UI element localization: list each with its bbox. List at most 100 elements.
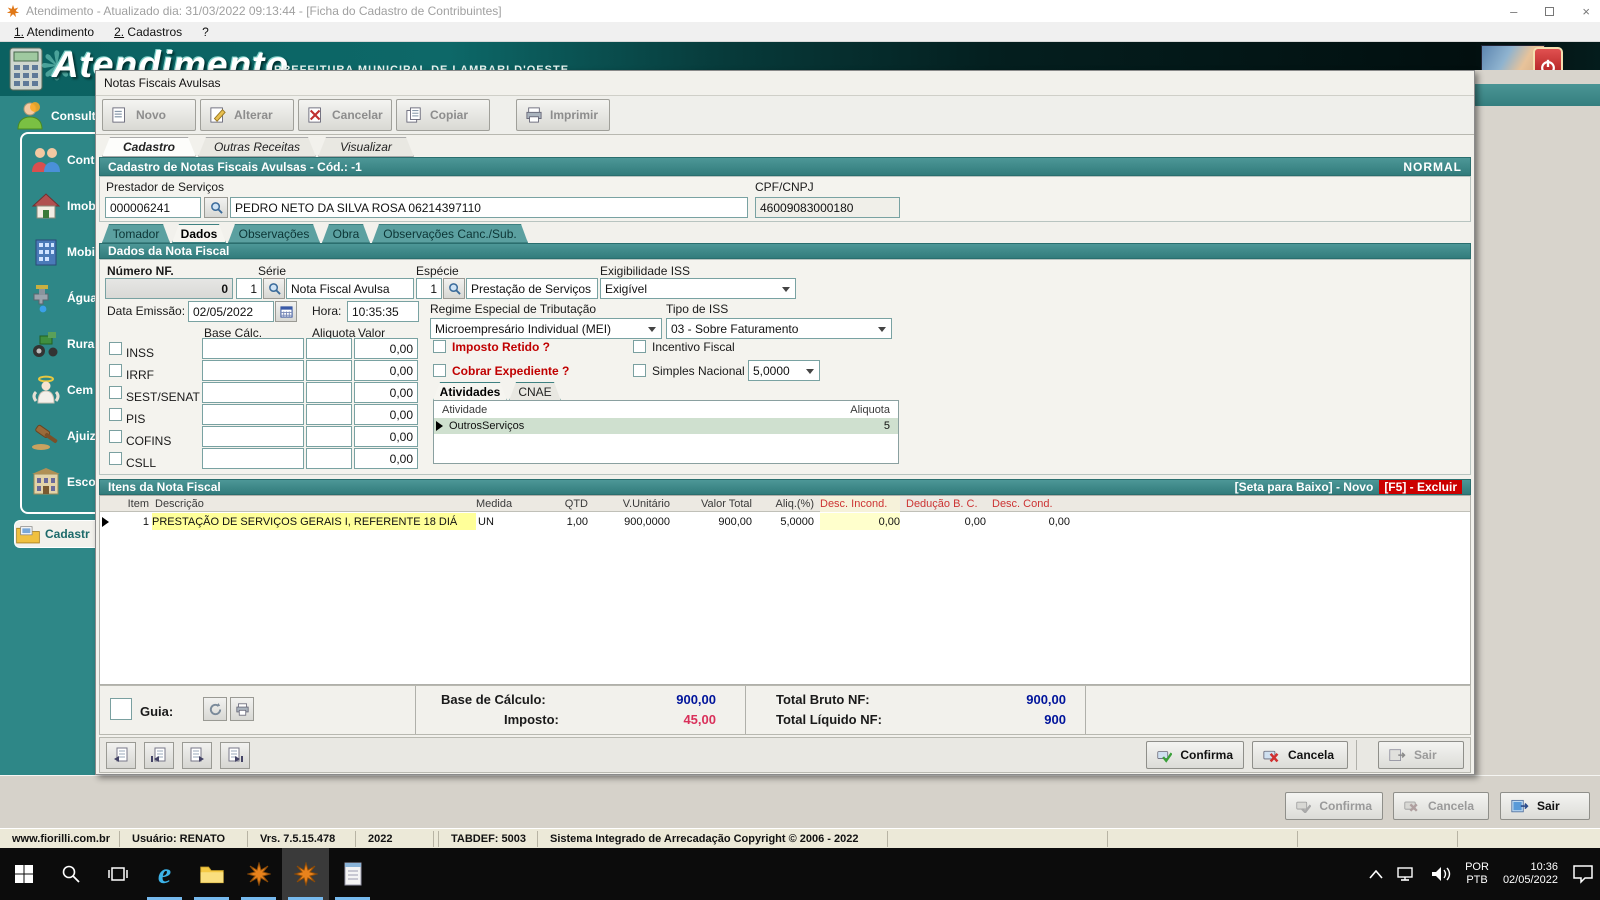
menu-help[interactable]: ? (194, 24, 217, 40)
dialog-sair-button[interactable]: Sair (1378, 741, 1464, 769)
serie-num-input[interactable]: 1 (236, 278, 262, 299)
especie-desc-input[interactable]: Prestação de Serviços (466, 278, 598, 299)
taskbar-search-button[interactable] (47, 848, 94, 900)
dialog-cancela-button[interactable]: Cancela (1252, 741, 1348, 769)
csll-aliq-input[interactable] (306, 448, 352, 469)
guia-checkbox[interactable] (110, 698, 132, 720)
simples-valor-select[interactable]: 5,0000 (748, 360, 820, 381)
csll-base-input[interactable] (202, 448, 304, 469)
pis-aliq-input[interactable] (306, 404, 352, 425)
inss-checkbox[interactable] (109, 342, 122, 355)
cancelar-button[interactable]: Cancelar (298, 99, 392, 131)
imposto-retido-checkbox[interactable] (433, 340, 446, 353)
sidebar-item-imobiliario[interactable]: Imob (30, 190, 96, 222)
exigibilidade-select[interactable]: Exigível (600, 278, 796, 299)
notification-center-icon[interactable] (1572, 864, 1594, 884)
sidebar-item-mobiliario[interactable]: Mobi (30, 236, 95, 268)
cofins-base-input[interactable] (202, 426, 304, 447)
prestador-search-button[interactable] (204, 197, 228, 218)
close-button[interactable]: × (1582, 4, 1590, 19)
outer-sair-button[interactable]: Sair (1500, 792, 1590, 820)
network-icon[interactable] (1397, 866, 1417, 882)
hora-input[interactable]: 10:35:35 (347, 301, 419, 322)
pis-checkbox[interactable] (109, 408, 122, 421)
outer-confirma-button[interactable]: Confirma (1285, 792, 1383, 820)
sest-base-input[interactable] (202, 382, 304, 403)
pis-base-input[interactable] (202, 404, 304, 425)
menu-cadastros[interactable]: 2. Cadastros (106, 24, 190, 40)
tab-dados[interactable]: Dados (172, 224, 226, 243)
data-input[interactable]: 02/05/2022 (188, 301, 274, 322)
taskbar-fiorilli-1[interactable] (235, 848, 282, 900)
tab-tomador[interactable]: Tomador (102, 224, 170, 243)
tab-cnae[interactable]: CNAE (509, 382, 561, 401)
sidebar-item-escola[interactable]: Esco (30, 466, 96, 498)
csll-checkbox[interactable] (109, 452, 122, 465)
prestador-code-input[interactable]: 000006241 (105, 197, 201, 218)
task-view-button[interactable] (94, 848, 141, 900)
speaker-icon[interactable] (1431, 866, 1451, 882)
prestador-name-input[interactable]: PEDRO NETO DA SILVA ROSA 06214397110 (230, 197, 748, 218)
cofins-aliq-input[interactable] (306, 426, 352, 447)
especie-search-button[interactable] (443, 278, 465, 299)
nav-prev-button[interactable] (144, 742, 174, 769)
cpf-input[interactable]: 46009083000180 (755, 197, 900, 218)
minimize-button[interactable]: – (1510, 4, 1517, 19)
inss-base-input[interactable] (202, 338, 304, 359)
tab-atividades[interactable]: Atividades (433, 382, 507, 401)
nav-first-button[interactable] (106, 742, 136, 769)
tipo-iss-select[interactable]: 03 - Sobre Faturamento (666, 318, 892, 339)
sidebar-item-consulta[interactable]: Consulta (14, 100, 102, 132)
item-row[interactable]: 1 PRESTAÇÃO DE SERVIÇOS GERAIS I, REFERE… (100, 513, 1470, 530)
tab-obra[interactable]: Obra (322, 224, 370, 243)
sest-valor-input[interactable]: 0,00 (354, 382, 418, 403)
taskbar-fiorilli-2-active[interactable] (282, 848, 329, 900)
nav-next-button[interactable] (182, 742, 212, 769)
numero-input[interactable]: 0 (105, 278, 233, 299)
tab-cadastro[interactable]: Cadastro (102, 137, 196, 157)
alterar-button[interactable]: Alterar (200, 99, 294, 131)
pis-valor-input[interactable]: 0,00 (354, 404, 418, 425)
sidebar-item-ajuizamento[interactable]: Ajuiz (30, 420, 96, 452)
maximize-button[interactable] (1545, 7, 1554, 16)
guia-view-button[interactable] (203, 697, 227, 721)
incentivo-checkbox[interactable] (633, 340, 646, 353)
taskbar-notepad[interactable] (329, 848, 376, 900)
nav-last-button[interactable] (220, 742, 250, 769)
taskbar-ie[interactable]: e (141, 848, 188, 900)
serie-desc-input[interactable]: Nota Fiscal Avulsa (286, 278, 414, 299)
inss-aliq-input[interactable] (306, 338, 352, 359)
csll-valor-input[interactable]: 0,00 (354, 448, 418, 469)
guia-print-button[interactable] (230, 697, 254, 721)
sidebar-item-cadastros[interactable]: Cadastr (14, 520, 95, 548)
cofins-checkbox[interactable] (109, 430, 122, 443)
language-indicator[interactable]: POR PTB (1465, 861, 1489, 887)
taskbar-file-explorer[interactable] (188, 848, 235, 900)
copiar-button[interactable]: Copiar (396, 99, 490, 131)
clock[interactable]: 10:36 02/05/2022 (1503, 861, 1558, 887)
irrf-aliq-input[interactable] (306, 360, 352, 381)
irrf-valor-input[interactable]: 0,00 (354, 360, 418, 381)
menu-atendimento[interactable]: 1. Atendimento (6, 24, 102, 40)
start-button[interactable] (0, 848, 47, 900)
outer-cancela-button[interactable]: Cancela (1393, 792, 1489, 820)
sidebar-item-rural[interactable]: Rura (30, 328, 94, 360)
cofins-valor-input[interactable]: 0,00 (354, 426, 418, 447)
sidebar-item-agua[interactable]: Água (30, 282, 97, 314)
cobrar-expediente-checkbox[interactable] (433, 364, 446, 377)
tab-visualizar[interactable]: Visualizar (318, 137, 414, 157)
tab-observacoes[interactable]: Observações (228, 224, 320, 243)
dialog-confirma-button[interactable]: Confirma (1146, 741, 1244, 769)
novo-button[interactable]: Novo (102, 99, 196, 131)
sidebar-item-cemiterio[interactable]: Cem (30, 374, 93, 406)
imprimir-button[interactable]: Imprimir (516, 99, 610, 131)
especie-num-input[interactable]: 1 (416, 278, 442, 299)
tab-obs-canc[interactable]: Observações Canc./Sub. (372, 224, 528, 243)
simples-checkbox[interactable] (633, 364, 646, 377)
tab-outras-receitas[interactable]: Outras Receitas (198, 137, 316, 157)
sest-checkbox[interactable] (109, 386, 122, 399)
sest-aliq-input[interactable] (306, 382, 352, 403)
inss-valor-input[interactable]: 0,00 (354, 338, 418, 359)
sidebar-item-contribuintes[interactable]: Cont (30, 144, 94, 176)
irrf-base-input[interactable] (202, 360, 304, 381)
